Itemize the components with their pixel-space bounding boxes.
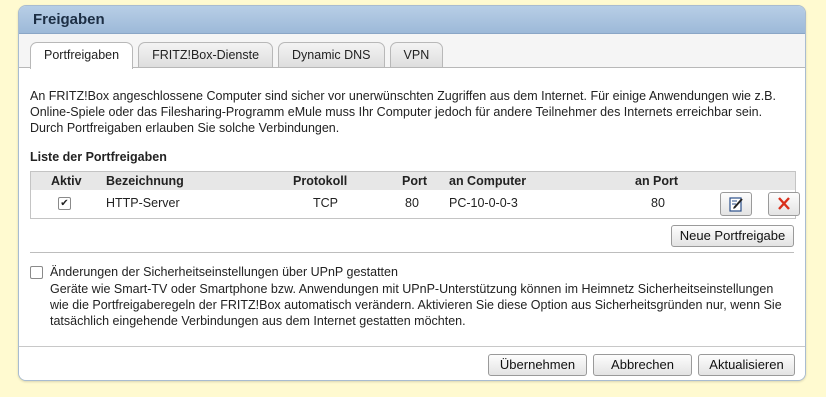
- delete-button[interactable]: [768, 192, 800, 216]
- footer-divider: [19, 346, 805, 347]
- header-bezeichnung: Bezeichnung: [106, 174, 184, 188]
- divider: [30, 252, 794, 253]
- tab-dynamic-dns[interactable]: Dynamic DNS: [278, 42, 385, 67]
- cancel-button[interactable]: Abbrechen: [593, 354, 692, 376]
- row-active-checkbox[interactable]: ✔: [58, 197, 71, 210]
- list-title: Liste der Portfreigaben: [30, 150, 167, 164]
- upnp-description: Geräte wie Smart-TV oder Smartphone bzw.…: [50, 282, 782, 328]
- header-computer: an Computer: [449, 174, 527, 188]
- edit-icon: [729, 197, 743, 212]
- intro-text: An FRITZ!Box angeschlossene Computer sin…: [30, 89, 776, 135]
- tab-fritzbox-dienste[interactable]: FRITZ!Box-Dienste: [138, 42, 274, 67]
- tab-bar: Portfreigaben FRITZ!Box-Dienste Dynamic …: [30, 42, 444, 69]
- delete-x-icon: [778, 197, 790, 210]
- table-row: ✔ HTTP-Server TCP 80 PC-10-0-0-3 80: [31, 190, 800, 217]
- header-port: Port: [402, 174, 427, 188]
- header-aktiv: Aktiv: [51, 174, 82, 188]
- upnp-checkbox[interactable]: [30, 266, 43, 279]
- header-protokoll: Protokoll: [293, 174, 348, 188]
- table-header: Aktiv Bezeichnung Protokoll Port an Comp…: [31, 172, 795, 190]
- row-port: 80: [405, 196, 419, 210]
- refresh-button[interactable]: Aktualisieren: [698, 354, 795, 376]
- header-anport: an Port: [635, 174, 679, 188]
- row-anport: 80: [651, 196, 665, 210]
- tab-content: An FRITZ!Box angeschlossene Computer sin…: [19, 67, 805, 380]
- edit-button[interactable]: [720, 192, 752, 216]
- row-computer: PC-10-0-0-3: [449, 196, 518, 210]
- panel-title: Freigaben: [19, 6, 805, 34]
- apply-button[interactable]: Übernehmen: [488, 354, 587, 376]
- portfreigaben-table: Aktiv Bezeichnung Protokoll Port an Comp…: [30, 171, 800, 219]
- new-portfreigabe-button[interactable]: Neue Portfreigabe: [671, 225, 794, 247]
- freigaben-panel: Freigaben Portfreigaben FRITZ!Box-Dienst…: [18, 5, 806, 381]
- tab-vpn[interactable]: VPN: [389, 42, 444, 67]
- row-bezeichnung: HTTP-Server: [106, 196, 180, 210]
- row-protokoll: TCP: [313, 196, 338, 210]
- tab-portfreigaben[interactable]: Portfreigaben: [30, 42, 134, 69]
- upnp-label: Änderungen der Sicherheitseinstellungen …: [50, 265, 398, 279]
